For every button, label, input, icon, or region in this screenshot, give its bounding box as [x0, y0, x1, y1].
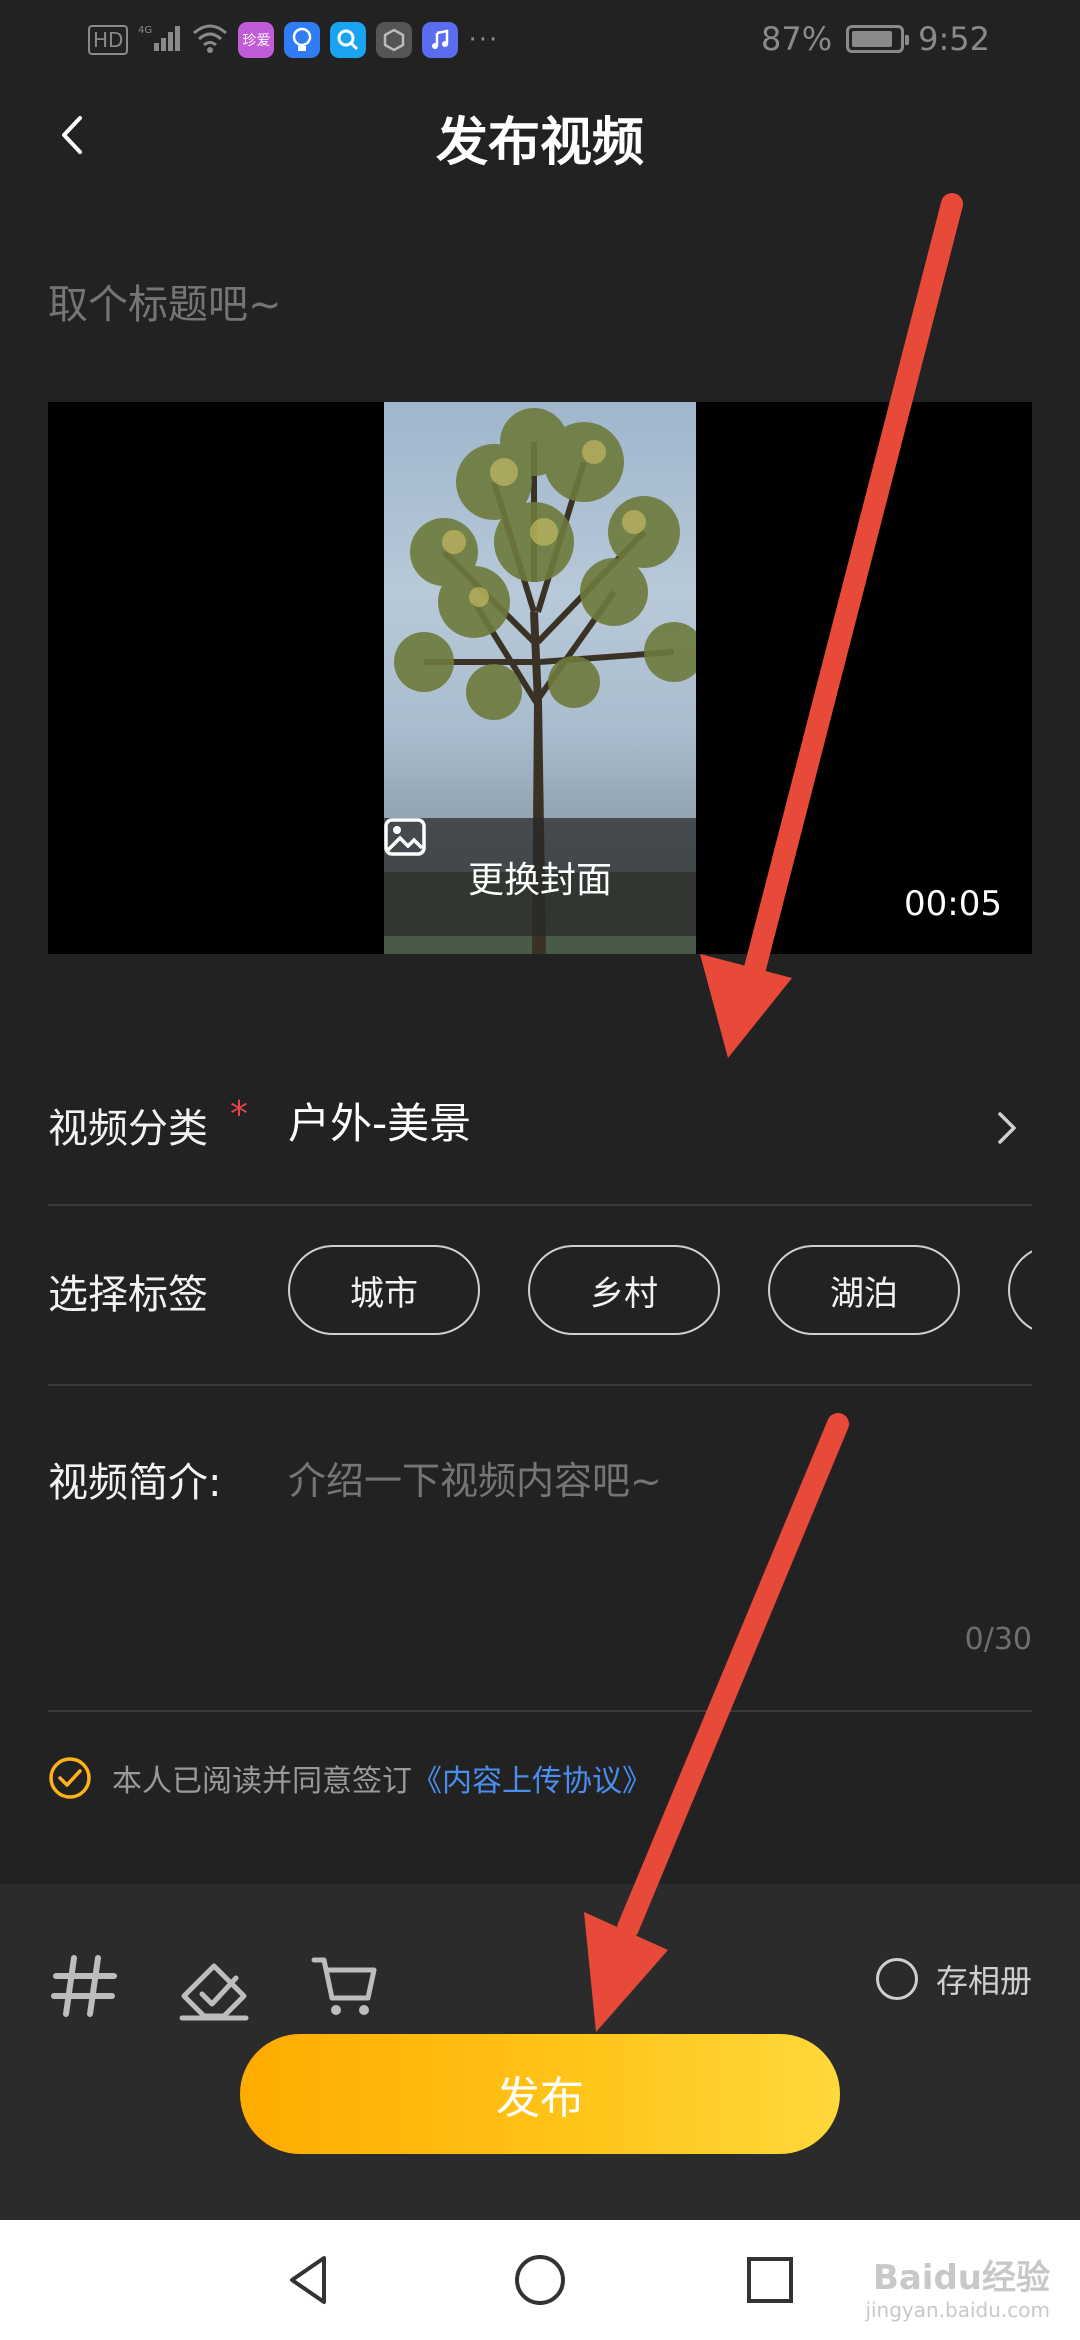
category-row[interactable]: 视频分类 * 户外-美景 [48, 1090, 1032, 1170]
category-value: 户外-美景 [288, 1099, 472, 1148]
cart-icon[interactable] [310, 1950, 382, 2022]
status-right: 87% 9:52 [761, 20, 990, 58]
agreement-text: 本人已阅读并同意签订 [112, 1764, 412, 1799]
image-icon [384, 818, 426, 856]
svg-text:4G: 4G [138, 25, 152, 36]
tag-chip-city[interactable]: 城市 [288, 1245, 480, 1335]
tag-chip-lake[interactable]: 湖泊 [768, 1245, 960, 1335]
category-label: 视频分类 [48, 1106, 208, 1152]
description-input[interactable] [288, 1450, 1028, 1570]
hd-indicator: HD [88, 25, 129, 55]
more-notifications: ··· [468, 25, 500, 55]
publish-button[interactable]: 发布 [240, 2034, 840, 2154]
tags-row: 选择标签 城市 乡村 湖泊 [48, 1240, 1032, 1340]
clock: 9:52 [918, 20, 990, 58]
checkbox-checked-icon[interactable] [48, 1756, 92, 1800]
checkmark-draft-icon[interactable] [178, 1950, 250, 2022]
zhenai-app-icon: 珍爱 [238, 22, 275, 58]
tag-chip-more[interactable] [1008, 1245, 1032, 1335]
battery-icon [846, 25, 910, 53]
status-bar: HD 4G 珍爱 ··· 87% 9:52 [0, 0, 1080, 80]
tags-label: 选择标签 [48, 1272, 208, 1318]
video-preview[interactable]: 更换封面 00:05 [48, 402, 1032, 954]
divider [48, 1204, 1032, 1206]
baidu-watermark: Baidu经验 [872, 2258, 1050, 2298]
battery-percent: 87% [761, 20, 833, 58]
agreement-row: 本人已阅读并同意签订 《内容上传协议》 [48, 1748, 1032, 1808]
save-album-label: 存相册 [935, 1962, 1032, 2000]
page-title: 发布视频 [435, 113, 644, 173]
hexagon-app-icon [376, 22, 413, 58]
description-label: 视频简介: [48, 1460, 222, 1506]
tag-chip-village[interactable]: 乡村 [528, 1245, 720, 1335]
char-count: 0/30 [964, 1622, 1032, 1657]
video-title-input[interactable] [48, 270, 1028, 340]
bulb-app-icon [284, 22, 321, 58]
baidu-watermark-url: jingyan.baidu.com [865, 2298, 1050, 2322]
agreement-link[interactable]: 《内容上传协议》 [412, 1756, 652, 1800]
radio-unchecked-icon [875, 1958, 918, 2000]
change-cover-button[interactable]: 更换封面 [384, 818, 696, 936]
chevron-right-icon [998, 1112, 1016, 1144]
status-left: HD 4G 珍爱 ··· [88, 22, 499, 58]
wifi-icon [192, 23, 228, 57]
description-row: 视频简介: 0/30 [48, 1450, 1032, 1670]
hashtag-icon[interactable] [48, 1950, 120, 2022]
required-mark: * [230, 1094, 248, 1135]
signal-icon: 4G [138, 23, 182, 57]
search-app-icon [330, 22, 367, 58]
save-album-toggle[interactable]: 存相册 [875, 1956, 1032, 2002]
video-duration: 00:05 [904, 884, 1002, 924]
nav-home-icon[interactable] [510, 2250, 570, 2310]
system-navigation-bar: Baidu经验 jingyan.baidu.com [0, 2220, 1080, 2340]
nav-back-icon[interactable] [280, 2250, 340, 2310]
music-app-icon [422, 22, 459, 58]
change-cover-label: 更换封面 [467, 860, 612, 901]
cover-image: 更换封面 [384, 402, 696, 954]
nav-header: 发布视频 [0, 90, 1080, 180]
bottom-panel: 存相册 发布 [0, 1884, 1080, 2220]
nav-recents-icon[interactable] [740, 2250, 800, 2310]
divider [48, 1384, 1032, 1386]
divider [48, 1710, 1032, 1712]
